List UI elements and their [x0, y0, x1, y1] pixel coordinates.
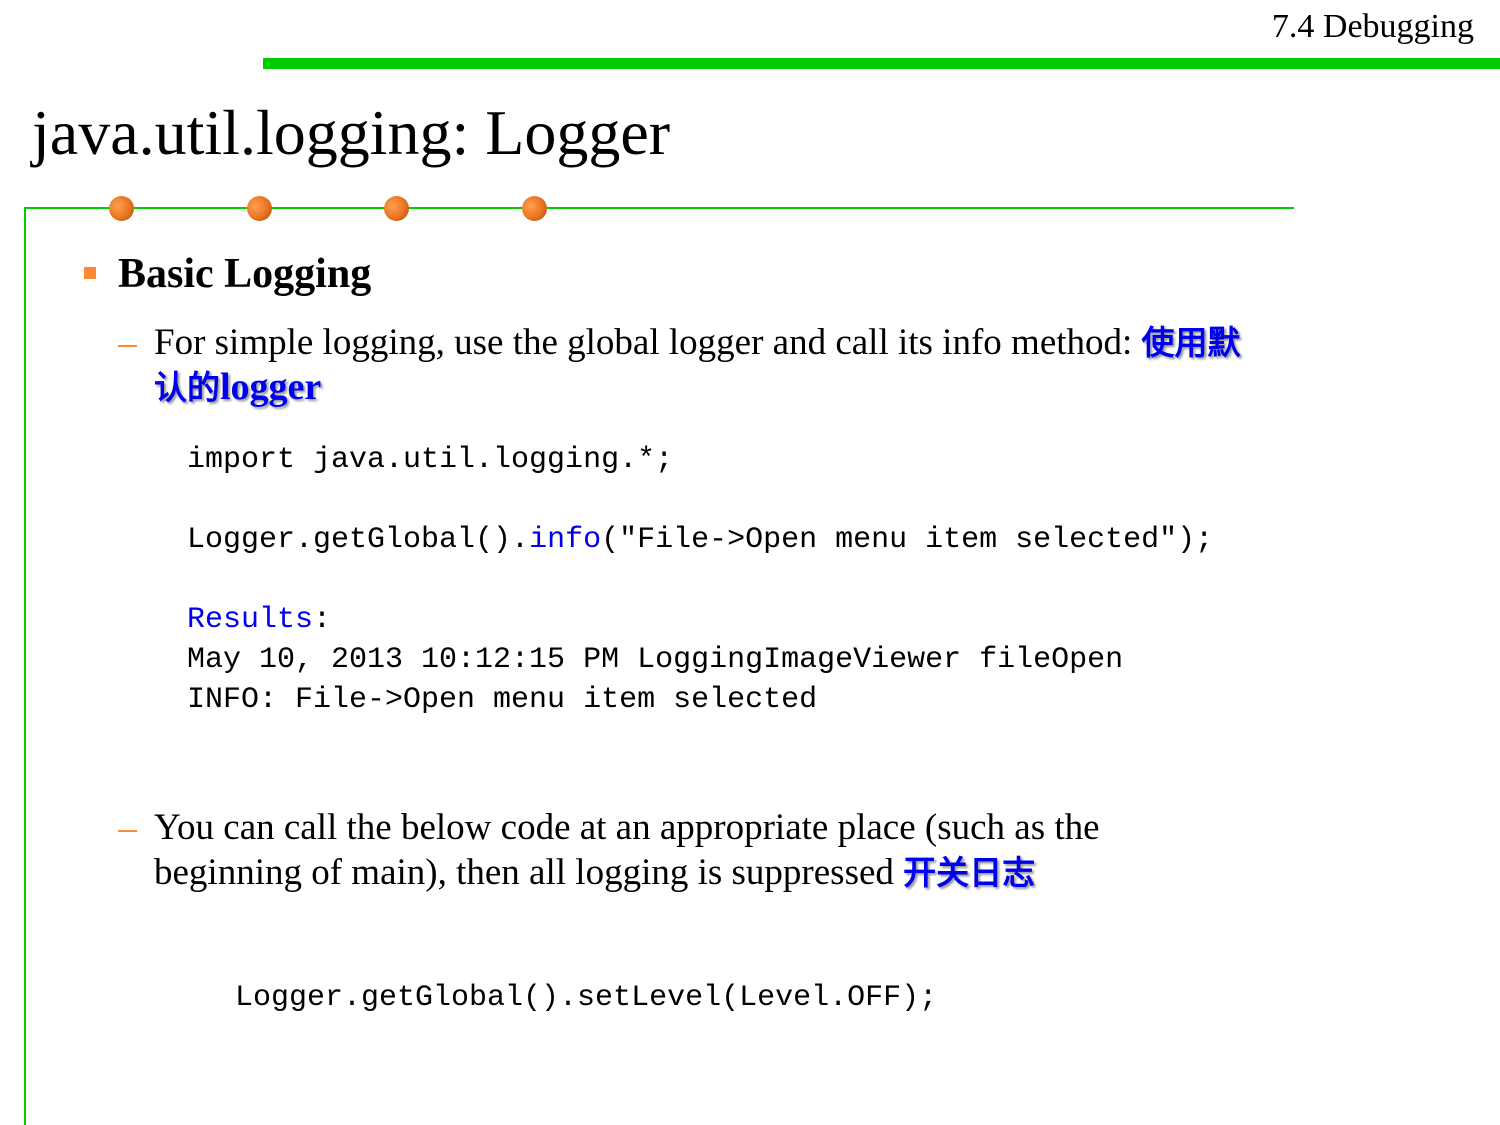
bullet-1-text: For simple logging, use the global logge… [154, 320, 1241, 410]
dash-bullet-icon [118, 345, 137, 347]
code-set-level: Logger.getGlobal().setLevel(Level.OFF); [235, 981, 938, 1015]
title-divider [24, 207, 1294, 209]
bullet-2-text: You can call the below code at an approp… [154, 805, 1100, 895]
code-call-prefix: Logger.getGlobal(). [187, 523, 530, 557]
bullet-1-logger: logger [220, 366, 322, 408]
results-colon: : [313, 603, 332, 637]
bullet-square-icon [84, 267, 96, 279]
code-info-call: Logger.getGlobal().info("File->Open menu… [187, 520, 1213, 560]
decorative-dot [247, 196, 272, 221]
bullet-1-chinese-1: 使用默 [1141, 323, 1241, 362]
result-line-1: May 10, 2013 10:12:15 PM LoggingImageVie… [187, 643, 1124, 677]
decorative-dot [384, 196, 409, 221]
bullet-2-chinese: 开关日志 [903, 853, 1036, 892]
results-word: Results [187, 603, 314, 637]
bullet-heading: Basic Logging [118, 251, 372, 297]
header-bar [263, 58, 1500, 69]
result-line-2: INFO: File->Open menu item selected [187, 683, 818, 717]
bullet-1-line-1: For simple logging, use the global logge… [154, 322, 1142, 363]
bullet-2-line-1: You can call the below code at an approp… [154, 807, 1100, 848]
decorative-dot [109, 196, 134, 221]
section-header: 7.4 Debugging [1271, 8, 1474, 45]
code-call-method: info [529, 523, 602, 557]
slide-title: java.util.logging: Logger [32, 97, 671, 168]
decorative-dot [522, 196, 547, 221]
bullet-2-line-2: beginning of main), then all logging is … [154, 852, 904, 893]
dash-bullet-icon [118, 830, 137, 832]
bullet-1-chinese-2: 认的 [154, 368, 220, 407]
code-call-suffix: ("File->Open menu item selected"); [601, 523, 1214, 557]
results-label: Results: [187, 600, 331, 640]
code-import: import java.util.logging.*; [187, 443, 674, 477]
left-border [24, 207, 26, 1125]
